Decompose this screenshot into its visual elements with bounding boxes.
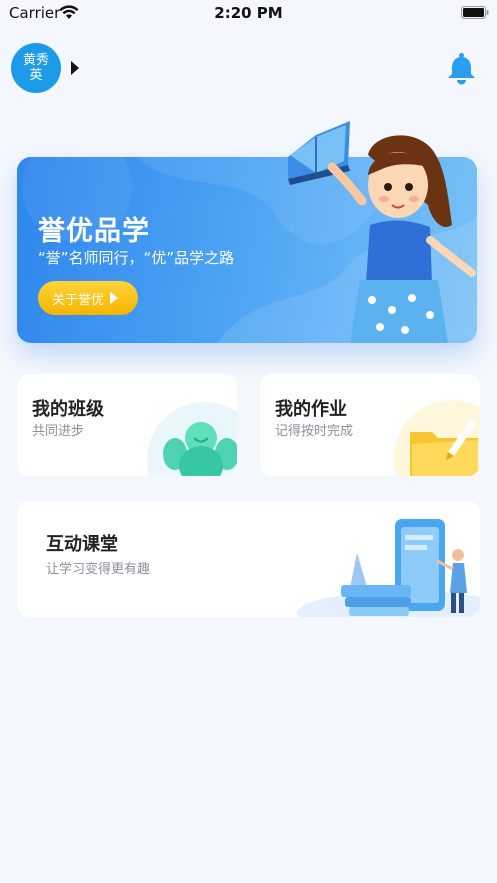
play-arrow-icon	[110, 292, 119, 304]
homework-folder-illustration	[394, 400, 480, 476]
my-homework-title: 我的作业	[275, 399, 347, 420]
avatar-name: 黄秀英	[22, 53, 49, 83]
my-class-subtitle: 共同进步	[32, 424, 85, 439]
girl-reading-illustration	[288, 121, 476, 343]
about-button[interactable]: 关于誉优	[38, 281, 138, 315]
battery-icon	[461, 6, 489, 19]
class-group-illustration	[147, 402, 237, 476]
interactive-classroom-card[interactable]: 互动课堂 让学习变得更有趣	[17, 501, 480, 617]
my-class-title: 我的班级	[32, 399, 104, 420]
banner-title: 誉优品学	[38, 216, 150, 247]
status-bar: Carrier 2:20 PM	[0, 0, 497, 26]
bell-icon[interactable]	[446, 52, 477, 85]
my-homework-card[interactable]: 我的作业 记得按时完成	[260, 374, 480, 476]
classroom-teacher-illustration	[297, 519, 480, 617]
my-class-card[interactable]: 我的班级 共同进步	[17, 374, 237, 476]
interactive-classroom-subtitle: 让学习变得更有趣	[46, 562, 151, 577]
about-button-label: 关于誉优	[52, 291, 105, 307]
clock: 2:20 PM	[214, 4, 283, 22]
my-homework-subtitle: 记得按时完成	[275, 424, 354, 439]
banner-subtitle: “誉”名师同行，“优”品学之路	[38, 249, 235, 267]
interactive-classroom-title: 互动课堂	[46, 534, 118, 555]
user-avatar[interactable]: 黄秀英	[11, 43, 61, 93]
caret-right-icon[interactable]	[71, 61, 79, 75]
